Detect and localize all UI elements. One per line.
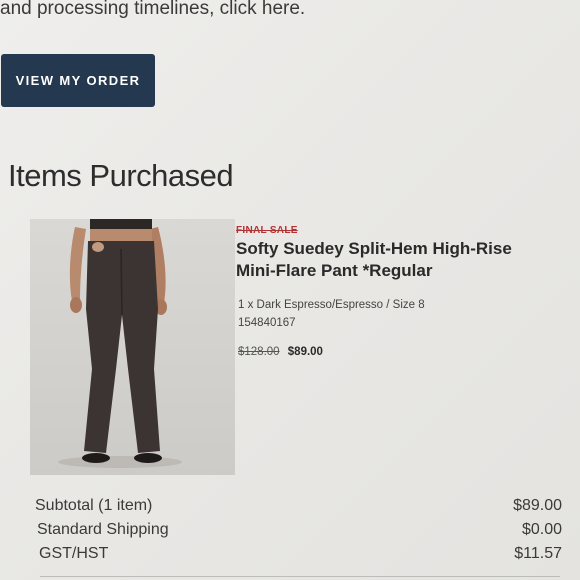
- product-title-link[interactable]: Softy Suedey Split-Hem High-Rise Mini-Fl…: [236, 238, 556, 282]
- subtotal-label: Subtotal (1 item): [35, 497, 153, 514]
- product-photo-icon: [30, 219, 235, 475]
- divider: [40, 576, 560, 577]
- view-my-order-button[interactable]: VIEW MY ORDER: [1, 54, 155, 107]
- tax-label: GST/HST: [39, 545, 109, 562]
- processing-timelines-link[interactable]: and processing timelines, click here.: [0, 0, 305, 20]
- tax-row: GST/HST $11.57: [0, 545, 580, 569]
- order-confirmation-page: and processing timelines, click here. VI…: [0, 0, 580, 580]
- subtotal-value: $89.00: [513, 497, 562, 514]
- shipping-row: Standard Shipping $0.00: [0, 521, 580, 545]
- tax-value: $11.57: [514, 545, 562, 562]
- final-sale-badge: FINAL SALE: [236, 225, 298, 236]
- product-image[interactable]: [30, 219, 235, 475]
- sale-price: $89.00: [287, 346, 323, 358]
- product-sku: 154840167: [238, 317, 296, 329]
- items-purchased-heading: Items Purchased: [8, 158, 234, 193]
- product-price: $128.00 $89.00: [238, 346, 323, 358]
- shipping-value: $0.00: [521, 521, 562, 538]
- original-price: $128.00: [238, 346, 280, 358]
- subtotal-row: Subtotal (1 item) $89.00: [0, 497, 580, 521]
- product-variant: 1 x Dark Espresso/Espresso / Size 8: [238, 299, 425, 311]
- shipping-label: Standard Shipping: [37, 521, 169, 538]
